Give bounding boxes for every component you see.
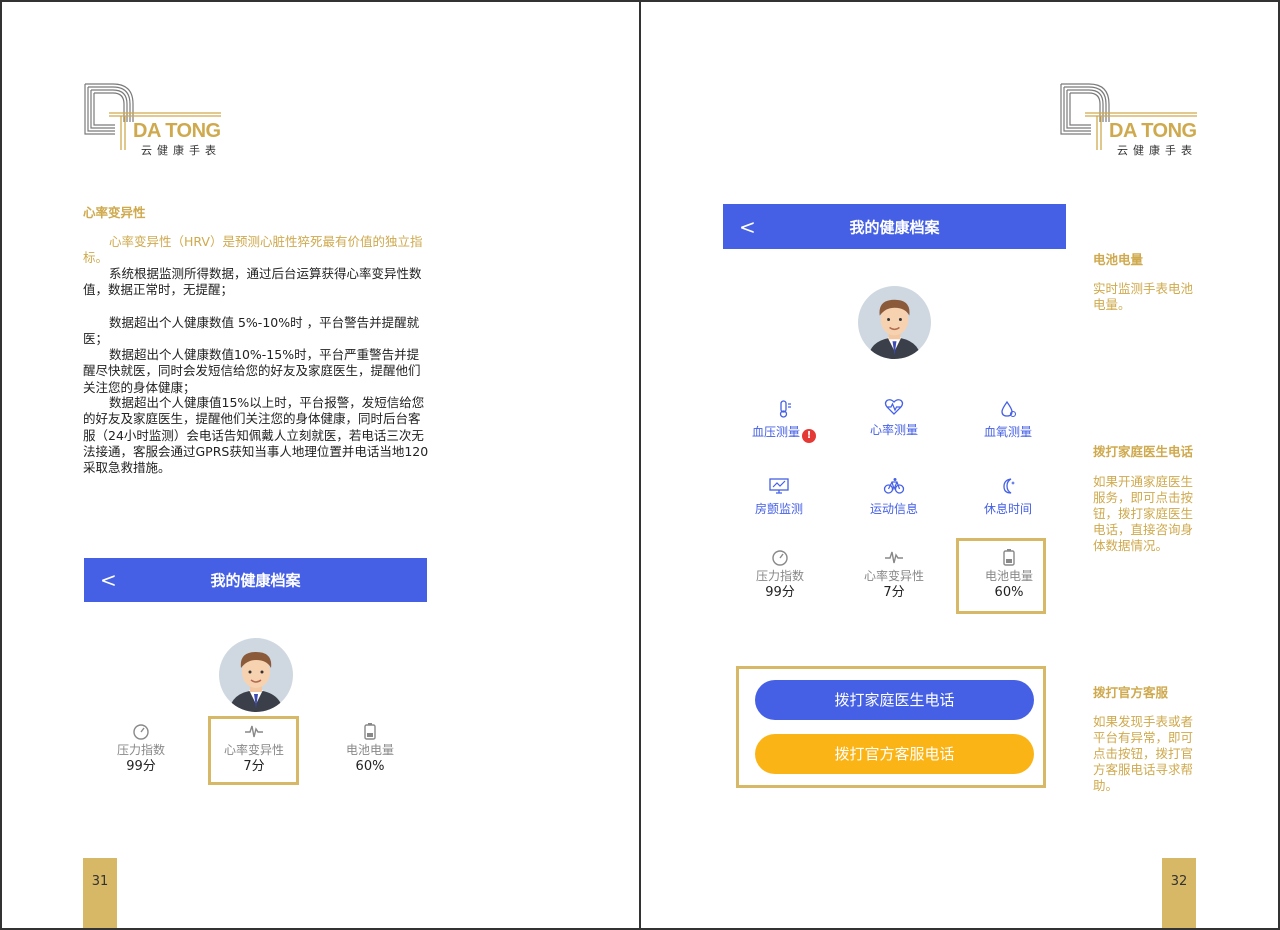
app-title: 我的健康档案 [849, 218, 940, 236]
app-header-bar-right: < 我的健康档案 [723, 204, 1066, 249]
paragraph-1: 系统根据监测所得数据，通过后台运算获得心率变异性数值，数据正常时，无提醒； [83, 266, 429, 299]
battery-icon [1003, 549, 1015, 566]
heart-pulse-icon [884, 399, 904, 415]
brand-name: DA TONG [1109, 120, 1197, 142]
feature-label: 休息时间 [983, 502, 1032, 516]
brand-name: DA TONG [133, 120, 221, 142]
avatar [219, 638, 293, 712]
metric-value: 7分 [883, 585, 905, 600]
metric-label: 压力指数 [116, 743, 165, 757]
paragraph-4-text: 数据超出个人健康值15%以上时，平台报警，发短信给您的好友及家庭医生，提醒他们关… [83, 395, 429, 476]
call-service-button[interactable]: 拨打官方客服电话 [755, 734, 1034, 774]
metric-label: 电池电量 [984, 569, 1033, 583]
feature-exercise[interactable]: 运动信息 [844, 477, 944, 517]
note-text-battery: 实时监测手表电池电量。 [1093, 281, 1194, 312]
page-number: 32 [1162, 858, 1196, 928]
metric-label: 心率变异性 [863, 569, 924, 583]
gauge-icon [133, 724, 149, 740]
avatar [858, 286, 931, 359]
metric-hrv[interactable]: 心率变异性 7分 [849, 548, 939, 601]
metric-stress[interactable]: 压力指数 99分 [735, 548, 825, 601]
paragraph-3-text: 数据超出个人健康数值10%-15%时，平台严重警告并提醒尽快就医，同时会发短信给… [83, 347, 421, 395]
page-fold [639, 0, 641, 930]
note-text-service: 如果发现手表或者平台有异常，即可点击按钮，拨打官方客服电话寻求帮助。 [1093, 714, 1194, 793]
metric-stress[interactable]: 压力指数 99分 [96, 722, 186, 775]
left-page: DA TONG 云健康手表 心率变异性 心率变异性（HRV）是预测心脏性猝死最有… [0, 0, 639, 930]
user-avatar-icon [229, 652, 283, 712]
feature-heart-rate[interactable]: 心率测量 [844, 398, 944, 438]
call-doctor-button[interactable]: 拨打家庭医生电话 [755, 680, 1034, 720]
metric-battery[interactable]: 电池电量 60% [964, 548, 1054, 601]
waveform-icon [885, 551, 903, 564]
thermometer-icon [779, 400, 791, 418]
alert-badge-icon: ! [802, 429, 816, 443]
feature-af-monitor[interactable]: 房颤监测 [729, 477, 829, 517]
feature-rest-time[interactable]: 休息时间 [958, 477, 1058, 517]
feature-label: 房颤监测 [754, 502, 803, 516]
droplet-icon [1001, 400, 1017, 418]
brand-subtitle: 云健康手表 [141, 144, 221, 157]
note-title-service: 拨打官方客服 [1093, 685, 1169, 700]
note-title-battery: 电池电量 [1093, 252, 1144, 267]
metric-label: 电池电量 [345, 743, 394, 757]
feature-label: 血氧测量 [983, 425, 1032, 439]
feature-label: 运动信息 [869, 502, 918, 516]
feature-blood-oxygen[interactable]: 血氧测量 [958, 400, 1058, 440]
page-number: 31 [83, 858, 117, 928]
feature-label: 心率测量 [869, 423, 918, 437]
paragraph-4: 数据超出个人健康值15%以上时，平台报警，发短信给您的好友及家庭医生，提醒他们关… [83, 395, 429, 476]
waveform-icon [245, 725, 263, 738]
intro-paragraph: 心率变异性（HRV）是预测心脏性猝死最有价值的独立指标。 [83, 234, 429, 267]
brand-logo: DA TONG 云健康手表 [83, 82, 233, 162]
paragraph-3: 数据超出个人健康数值10%-15%时，平台严重警告并提醒尽快就医，同时会发短信给… [83, 347, 429, 396]
feature-label: 血压测量 [751, 425, 800, 439]
note-text-doctor: 如果开通家庭医生服务，即可点击按钮，拨打家庭医生电话，直接咨询身体数据情况。 [1093, 474, 1194, 553]
note-title-doctor: 拨打家庭医生电话 [1093, 444, 1194, 459]
paragraph-1-text: 系统根据监测所得数据，通过后台运算获得心率变异性数值，数据正常时，无提醒； [83, 266, 422, 298]
metric-value: 60% [994, 585, 1024, 600]
brand-subtitle: 云健康手表 [1117, 144, 1197, 157]
metric-label: 压力指数 [755, 569, 804, 583]
section-title: 心率变异性 [83, 205, 146, 220]
user-avatar-icon [867, 299, 922, 359]
metric-label: 心率变异性 [223, 743, 284, 757]
feature-blood-pressure[interactable]: 血压测量! [734, 400, 834, 443]
metric-hrv[interactable]: 心率变异性 7分 [209, 722, 299, 775]
app-header-bar: < 我的健康档案 [84, 558, 427, 602]
paragraph-2-text: 数据超出个人健康数值 5%-10%时 ，平台警告并提醒就医； [83, 315, 420, 347]
moon-icon [1003, 478, 1015, 494]
paragraph-2: 数据超出个人健康数值 5%-10%时 ，平台警告并提醒就医； [83, 315, 429, 348]
intro-text: 心率变异性（HRV）是预测心脏性猝死最有价值的独立指标。 [83, 234, 423, 266]
battery-icon [364, 723, 376, 740]
metric-value: 99分 [765, 585, 795, 600]
metric-battery[interactable]: 电池电量 60% [325, 722, 415, 775]
monitor-chart-icon [769, 478, 789, 494]
bicycle-icon [883, 478, 905, 494]
gauge-icon [772, 550, 788, 566]
metric-value: 7分 [243, 759, 265, 774]
app-title: 我的健康档案 [210, 571, 301, 590]
brand-logo-right: DA TONG 云健康手表 [1059, 82, 1209, 162]
metric-value: 99分 [126, 759, 156, 774]
metric-value: 60% [355, 759, 385, 774]
